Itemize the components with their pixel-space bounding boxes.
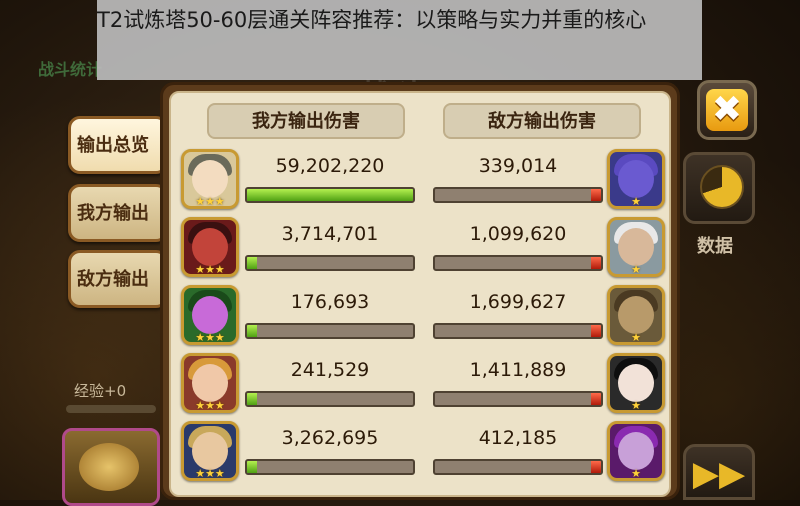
tab-enemy-output[interactable]: 敌方输出	[68, 250, 168, 308]
enemy-damage-header: 敌方输出伤害	[443, 103, 641, 139]
close-button[interactable]: ✖	[697, 80, 757, 140]
enemy-portrait-icon[interactable]: ★	[607, 149, 665, 209]
enemy-damage-value: 1,099,620	[469, 223, 567, 245]
our-damage-fill	[247, 257, 258, 269]
hero-portrait-icon[interactable]: ★★★	[181, 149, 239, 209]
enemy-portrait-icon[interactable]: ★	[607, 421, 665, 481]
our-damage-bar	[245, 391, 415, 407]
enemy-portrait-icon[interactable]: ★	[607, 353, 665, 413]
experience-bar	[66, 405, 156, 413]
our-damage-value: 3,262,695	[281, 427, 379, 449]
our-damage-value: 176,693	[290, 291, 370, 313]
enemy-damage-value: 1,699,627	[469, 291, 567, 313]
damage-stats-panel: 我方输出伤害 敌方输出伤害 ★★★ 59,202,220 339,014 ★ ★…	[160, 82, 680, 500]
enemy-damage-fill	[591, 257, 601, 269]
enemy-damage-bar	[433, 255, 603, 271]
enemy-damage-value: 339,014	[478, 155, 558, 177]
our-damage-bar	[245, 323, 415, 339]
data-button[interactable]	[683, 152, 755, 224]
our-damage-fill	[247, 393, 257, 405]
tab-output-overview[interactable]: 输出总览	[68, 116, 168, 174]
enemy-damage-bar	[433, 187, 603, 203]
damage-row: ★★★ 59,202,220 339,014 ★	[171, 149, 679, 215]
enemy-damage-fill	[591, 461, 601, 473]
our-damage-value: 241,529	[290, 359, 370, 381]
enemy-damage-bar	[433, 323, 603, 339]
our-damage-value: 3,714,701	[281, 223, 379, 245]
overlay-caption: T2试炼塔50-60层通关阵容推荐：以策略与实力并重的核心	[97, 0, 702, 80]
our-damage-fill	[247, 325, 257, 337]
enemy-damage-fill	[591, 393, 601, 405]
damage-row: ★★★ 241,529 1,411,889 ★	[171, 353, 679, 419]
our-damage-fill	[247, 461, 257, 473]
our-damage-bar	[245, 459, 415, 475]
enemy-portrait-icon[interactable]: ★	[607, 285, 665, 345]
enemy-portrait-icon[interactable]: ★	[607, 217, 665, 277]
reward-chest-icon[interactable]	[62, 428, 160, 506]
damage-row: ★★★ 3,262,695 412,185 ★	[171, 421, 679, 487]
our-damage-value: 59,202,220	[275, 155, 385, 177]
hero-portrait-icon[interactable]: ★★★	[181, 421, 239, 481]
damage-row: ★★★ 176,693 1,699,627 ★	[171, 285, 679, 351]
enemy-damage-value: 1,411,889	[469, 359, 567, 381]
pie-chart-icon	[700, 165, 744, 209]
damage-row: ★★★ 3,714,701 1,099,620 ★	[171, 217, 679, 283]
fast-forward-button[interactable]: ▶▶	[683, 444, 755, 500]
battle-stats-title: 战斗统计	[38, 60, 103, 79]
enemy-damage-bar	[433, 459, 603, 475]
enemy-damage-fill	[591, 189, 601, 201]
our-damage-bar	[245, 255, 415, 271]
enemy-damage-value: 412,185	[478, 427, 558, 449]
hero-portrait-icon[interactable]: ★★★	[181, 285, 239, 345]
our-damage-header: 我方输出伤害	[207, 103, 405, 139]
hero-portrait-icon[interactable]: ★★★	[181, 217, 239, 277]
tab-our-output[interactable]: 我方输出	[68, 184, 168, 242]
enemy-damage-fill	[591, 325, 601, 337]
enemy-damage-bar	[433, 391, 603, 407]
our-damage-bar	[245, 187, 415, 203]
our-damage-fill	[247, 189, 413, 201]
experience-label: 经验+0	[74, 382, 127, 400]
close-icon: ✖	[706, 89, 748, 131]
hero-portrait-icon[interactable]: ★★★	[181, 353, 239, 413]
data-button-label: 数据	[697, 236, 733, 257]
